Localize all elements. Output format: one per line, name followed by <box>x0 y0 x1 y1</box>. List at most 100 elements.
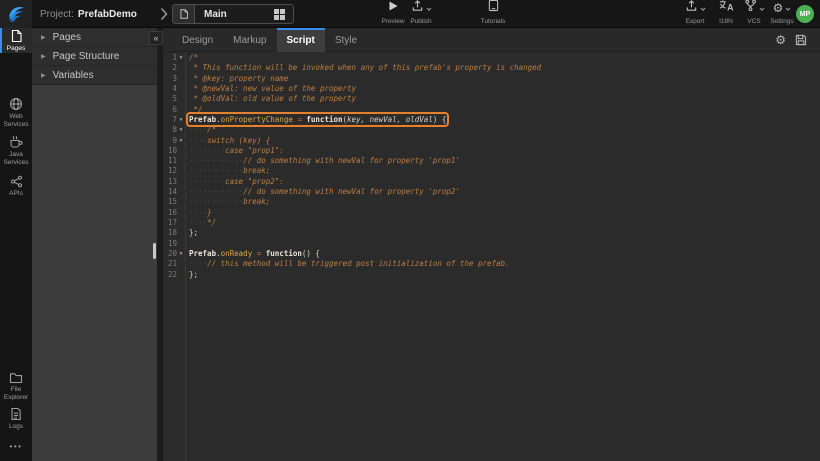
code-line-content: ····/* <box>185 125 216 135</box>
panel-section-label: Variables <box>53 70 94 81</box>
code-line-content: ····// this method will be triggered pos… <box>185 259 510 269</box>
fold-marker-icon[interactable]: ▼ <box>177 115 185 125</box>
gutter: 6 <box>163 105 185 115</box>
code-line: 13········case "prop2": <box>163 177 820 187</box>
panel-section-variables[interactable]: ▶ Variables <box>32 66 157 85</box>
code-line-content: ············break; <box>185 166 270 176</box>
sidebar-item-pages[interactable]: Pages <box>0 28 32 53</box>
code-line-content: * This function will be invoked when any… <box>185 63 541 73</box>
page-selector[interactable]: Main <box>172 4 294 24</box>
gutter: 10 <box>163 146 185 156</box>
fold-marker-icon[interactable]: ▼ <box>177 136 185 146</box>
code-line-content: * @newVal: new value of the property <box>185 84 356 94</box>
page-icon <box>173 5 195 23</box>
gutter: 17 <box>163 218 185 228</box>
gutter[interactable]: 1▼ <box>163 53 185 63</box>
panel-section-page-structure[interactable]: ▶Page Structure <box>32 47 157 66</box>
gutter[interactable]: 9▼ <box>163 136 185 146</box>
publish-button[interactable]: Publish <box>402 4 440 25</box>
code-line-content: Prefab.onReady = function() { <box>185 249 320 259</box>
code-line-content: ····} <box>185 208 212 218</box>
chevron-right-icon: ▶ <box>41 72 46 79</box>
grid-icon[interactable] <box>274 9 293 20</box>
action-label: Tutorials <box>481 18 506 25</box>
code-line: 5 * @oldVal: old value of the property <box>163 94 820 104</box>
gutter: 3 <box>163 74 185 84</box>
chevron-right-icon <box>160 7 168 26</box>
panel-section-label: Page Structure <box>53 51 120 62</box>
code-line-content: /* <box>185 53 198 63</box>
page-selector-value: Main <box>195 9 274 20</box>
settings-gear-icon: ⚙ <box>773 0 784 17</box>
tab-markup[interactable]: Markup <box>223 28 276 52</box>
code-line-content: ············// do something with newVal … <box>185 156 460 166</box>
svg-text:A: A <box>727 3 734 12</box>
chevron-right-icon: ▶ <box>41 34 46 41</box>
java-services-icon <box>9 135 24 149</box>
code-line: 2 * This function will be invoked when a… <box>163 63 820 73</box>
action-label: Export <box>686 18 705 25</box>
pages-icon <box>10 29 23 43</box>
more-icon: ••• <box>10 443 23 451</box>
collapse-panel-button[interactable]: « <box>149 31 163 45</box>
gutter: 11 <box>163 156 185 166</box>
tutorials-icon <box>488 0 499 17</box>
code-line: 11············// do something with newVa… <box>163 156 820 166</box>
sidebar-item-logs[interactable]: Logs <box>0 406 32 432</box>
gutter: 21 <box>163 259 185 269</box>
panel-scrollbar-thumb[interactable] <box>153 243 156 259</box>
code-line-content: ········case "prop1": <box>185 146 284 156</box>
fold-marker-icon[interactable]: ▼ <box>177 53 185 63</box>
sidebar-item-file-explorer[interactable]: File Explorer <box>0 372 32 402</box>
sidebar-item-java-services[interactable]: Java Services <box>0 134 32 168</box>
gutter[interactable]: 7▼ <box>163 115 185 125</box>
code-line: 18}; <box>163 228 820 238</box>
panel-body <box>32 85 157 461</box>
sidebar-item-label: File Explorer <box>0 386 32 402</box>
editor-tabs: DesignMarkupScriptStyle <box>172 28 820 52</box>
sidebar-item-web-services[interactable]: Web Services <box>0 96 32 130</box>
tab-style[interactable]: Style <box>325 28 367 52</box>
tab-design[interactable]: Design <box>172 28 223 52</box>
sidebar-item-apis[interactable]: APIs <box>0 172 32 200</box>
fold-marker-icon[interactable]: ▼ <box>177 249 185 259</box>
action-label: Settings <box>770 18 794 25</box>
publish-icon <box>411 0 424 17</box>
sidebar-item-label: Java Services <box>0 151 32 167</box>
sidebar-item-label: APIs <box>8 190 24 198</box>
code-line-content: ········case "prop2": <box>185 177 284 187</box>
sidebar-item-label: Web Services <box>0 113 32 129</box>
gutter: 13 <box>163 177 185 187</box>
panel-sections: ▶ Pages ▶Page Structure ▶ Variables <box>32 28 157 85</box>
app-logo-icon[interactable] <box>0 0 32 28</box>
gutter: 16 <box>163 208 185 218</box>
chevron-down-icon <box>700 0 706 17</box>
code-editor[interactable]: 1▼/*2 * This function will be invoked wh… <box>163 52 820 461</box>
fold-marker-icon[interactable]: ▼ <box>177 125 185 135</box>
panel-section-label: Pages <box>53 32 81 43</box>
code-line-content: ············break; <box>185 197 270 207</box>
editor-tabbar: DesignMarkupScriptStyle ⚙ <box>163 28 820 52</box>
action-label: I18N <box>719 18 733 25</box>
code-line-content <box>185 239 189 249</box>
code-line-content: Prefab.onPropertyChange = function(key, … <box>185 115 446 125</box>
gutter: 4 <box>163 84 185 94</box>
project-label: Project: <box>40 9 74 20</box>
save-icon[interactable] <box>795 34 807 46</box>
code-line-content: ····switch (key) { <box>185 136 270 146</box>
script-settings-gear-icon[interactable]: ⚙ <box>775 34 786 46</box>
gutter: 19 <box>163 239 185 249</box>
sidebar-item-more[interactable]: ••• <box>0 440 32 454</box>
gutter[interactable]: 8▼ <box>163 125 185 135</box>
code-line: 10········case "prop1": <box>163 146 820 156</box>
code-line: 7▼Prefab.onPropertyChange = function(key… <box>163 115 820 125</box>
tutorials-button[interactable]: Tutorials <box>474 4 512 25</box>
panel-section-pages[interactable]: ▶ Pages <box>32 28 157 47</box>
tab-script[interactable]: Script <box>277 28 325 52</box>
gutter: 18 <box>163 228 185 238</box>
code-line-content: * @oldVal: old value of the property <box>185 94 356 104</box>
avatar[interactable]: MP <box>796 5 814 23</box>
gutter[interactable]: 20▼ <box>163 249 185 259</box>
top-bar: Project: PrefabDemo Main PreviewPublishT… <box>0 0 820 28</box>
gutter: 14 <box>163 187 185 197</box>
